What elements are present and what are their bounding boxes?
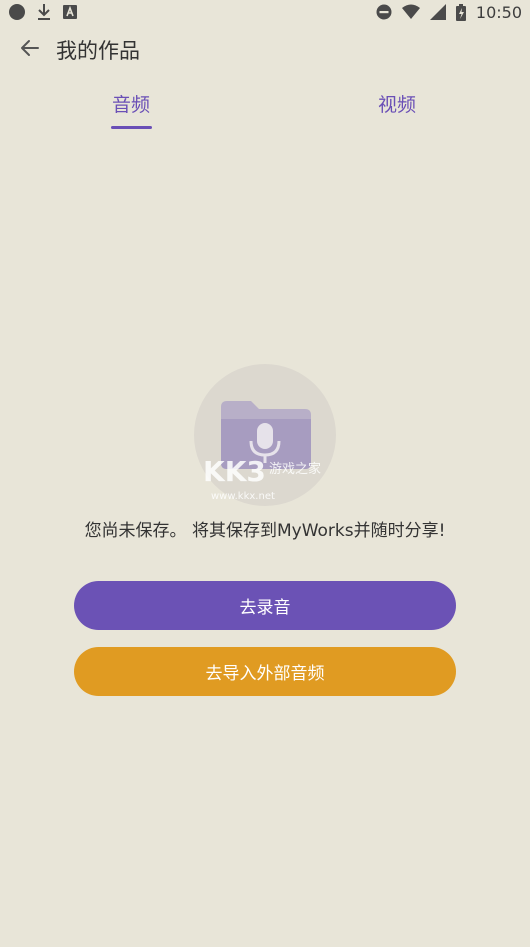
do-not-disturb-icon <box>376 4 392 20</box>
tab-indicator <box>111 126 152 129</box>
battery-charging-icon <box>455 3 466 21</box>
app-bar: 我的作品 <box>0 28 530 72</box>
svg-text:游戏之家: 游戏之家 <box>269 461 321 477</box>
tab-video-label: 视频 <box>378 94 417 116</box>
signal-icon <box>429 4 446 20</box>
status-bar: 10:50 <box>0 0 530 24</box>
page-title: 我的作品 <box>56 39 140 63</box>
watermark-logo: KK3 <box>203 455 266 488</box>
tab-audio-label: 音频 <box>112 94 151 116</box>
svg-text:www.kkx.net: www.kkx.net <box>211 491 275 502</box>
notification-dot-icon <box>8 3 26 21</box>
folder-microphone-icon: KK3 游戏之家 www.kkx.net <box>193 363 337 507</box>
status-time: 10:50 <box>475 2 522 22</box>
import-audio-button[interactable]: 去导入外部音频 <box>74 647 456 696</box>
tab-bar: 音频 视频 <box>0 80 530 130</box>
tab-audio[interactable]: 音频 <box>90 80 174 130</box>
text-box-icon <box>62 4 78 20</box>
wifi-icon <box>401 4 420 20</box>
status-right-icons: 10:50 <box>376 3 522 22</box>
arrow-left-icon <box>20 38 40 62</box>
record-button[interactable]: 去录音 <box>74 581 456 630</box>
empty-message: 您尚未保存。 将其保存到MyWorks并随时分享! <box>84 521 446 541</box>
status-left-icons <box>8 3 78 21</box>
download-icon <box>36 3 52 21</box>
tab-video[interactable]: 视频 <box>356 80 440 130</box>
back-button[interactable] <box>8 28 52 72</box>
